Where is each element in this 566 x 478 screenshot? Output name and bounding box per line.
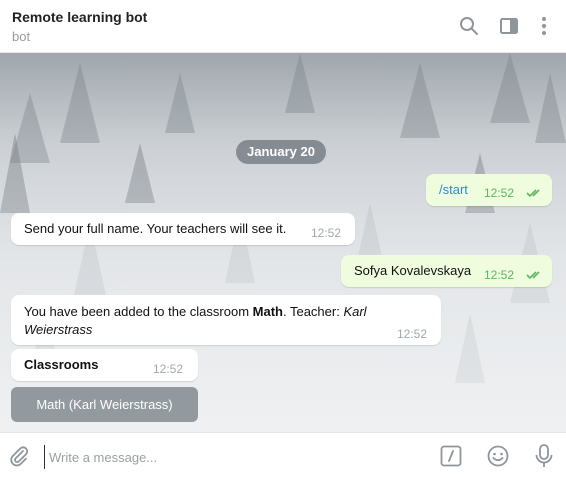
attach-icon[interactable] <box>8 445 30 467</box>
message-bubble-incoming[interactable]: Send your full name. Your teachers will … <box>11 213 355 245</box>
message-text: Classrooms <box>24 357 99 372</box>
read-checkmarks-icon <box>526 189 540 198</box>
search-icon[interactable] <box>458 15 480 37</box>
message-time: 12:52 <box>484 186 515 200</box>
sidebar-toggle-icon[interactable] <box>498 15 520 37</box>
chat-title[interactable]: Remote learning bot <box>12 9 147 25</box>
date-separator: January 20 <box>236 140 326 164</box>
message-time: 12:52 <box>484 268 515 282</box>
read-checkmarks-icon <box>526 271 540 280</box>
chat-header: Remote learning bot bot <box>0 0 566 53</box>
message-bubble-outgoing[interactable]: /start 12:52 <box>426 174 552 206</box>
chat-history[interactable]: January 20 /start 12:52 Send your full n… <box>0 53 566 432</box>
emoji-icon[interactable] <box>486 444 510 468</box>
message-text: Send your full name. Your teachers will … <box>24 221 287 236</box>
bot-command-icon[interactable] <box>440 445 462 467</box>
classroom-name: Math <box>252 304 283 319</box>
message-text: You have been added to the classroom Mat… <box>24 304 367 337</box>
message-bubble-outgoing[interactable]: Sofya Kovalevskaya 12:52 <box>341 255 552 287</box>
more-vertical-icon[interactable] <box>533 15 555 37</box>
message-time: 12:52 <box>153 362 184 376</box>
message-text[interactable]: /start <box>439 182 468 197</box>
inline-keyboard-button[interactable]: Math (Karl Weierstrass) <box>11 387 198 422</box>
message-text: Sofya Kovalevskaya <box>354 263 472 278</box>
microphone-icon[interactable] <box>533 443 555 469</box>
chat-status: bot <box>12 29 31 44</box>
message-time: 12:52 <box>397 327 428 341</box>
message-input[interactable] <box>44 445 431 469</box>
message-bubble-incoming[interactable]: You have been added to the classroom Mat… <box>11 295 441 345</box>
message-time: 12:52 <box>311 226 342 240</box>
message-bubble-incoming[interactable]: Classrooms 12:52 <box>11 349 198 381</box>
message-composer <box>0 432 566 478</box>
